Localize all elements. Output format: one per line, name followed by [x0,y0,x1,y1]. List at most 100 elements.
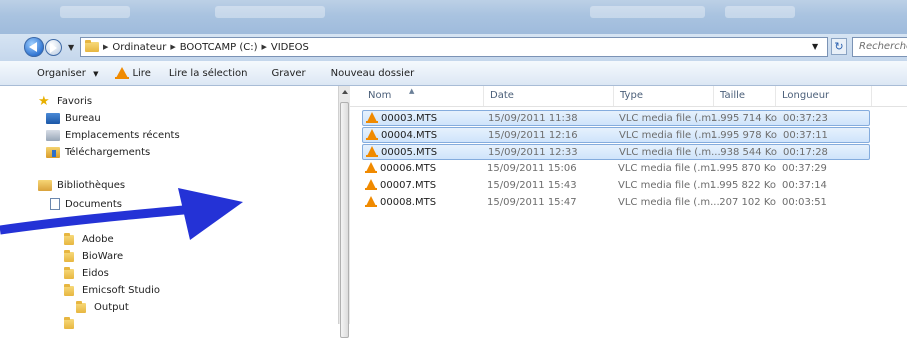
window-title-bar [0,0,907,34]
file-name-text: 00003.MTS [381,113,438,124]
file-length: 00:17:28 [783,147,828,158]
command-bar: Organiser ▼ Lire Lire la sélection Grave… [0,61,907,86]
file-length: 00:37:14 [782,180,827,191]
file-date: 15/09/2011 12:16 [488,130,578,141]
file-size: 1 995 714 Ko [710,113,777,124]
breadcrumb-separator-icon[interactable]: ▶ [261,43,266,51]
nav-item-recent[interactable]: Emplacements récents [46,130,180,141]
file-row[interactable]: 00008.MTS 15/09/2011 15:47 VLC media file … [362,195,870,211]
file-size: 938 544 Ko [720,147,777,158]
organize-label: Organiser [37,67,86,79]
file-name: 00006.MTS [365,161,436,177]
file-date: 15/09/2011 11:38 [488,113,578,124]
file-row[interactable]: 00005.MTS 15/09/2011 12:33 VLC media file … [362,144,870,160]
file-size: 1 995 978 Ko [710,130,777,141]
file-list: Nom ▲ Date Type Taille Longueur 00003.MT… [350,86,907,324]
file-size: 1 995 870 Ko [709,163,776,174]
file-length: 00:03:51 [782,197,827,208]
scrollbar-thumb[interactable] [340,102,349,338]
column-header-type[interactable]: Type [614,86,714,106]
blurred-title-segment [725,6,795,18]
nav-label: Emplacements récents [65,130,180,141]
file-name: 00008.MTS [365,195,437,211]
breadcrumb-separator-icon[interactable]: ▶ [170,43,175,51]
vlc-icon [365,179,377,190]
refresh-icon: ↻ [834,40,844,53]
forward-button[interactable] [45,39,62,56]
file-name: 00003.MTS [366,111,438,127]
blurred-title-segment [60,6,130,18]
blurred-title-segment [215,6,325,18]
nav-item-favorites[interactable]: ★ Favoris [38,94,93,109]
nav-label: Téléchargements [65,147,151,158]
play-button[interactable]: Lire [115,67,151,79]
file-row[interactable]: 00003.MTS 15/09/2011 11:38 VLC media file … [362,110,870,126]
play-selection-button[interactable]: Lire la sélection [169,68,248,79]
scroll-up-icon[interactable] [342,90,348,94]
address-bar[interactable]: ▶ Ordinateur ▶ BOOTCAMP (C:) ▶ VIDEOS [80,37,828,57]
back-arrow-icon [29,42,37,52]
annotation-arrow-shaft [0,203,206,235]
nav-item-downloads[interactable]: Téléchargements [46,147,150,158]
file-row[interactable]: 00006.MTS 15/09/2011 15:06 VLC media file … [362,161,870,177]
downloads-icon [46,147,60,158]
folder-icon [76,300,86,313]
file-name: 00007.MTS [365,178,436,194]
nav-item-folder-partial[interactable] [64,317,82,329]
file-length: 00:37:11 [783,130,828,141]
file-name-text: 00004.MTS [381,130,438,141]
file-size: 207 102 Ko [719,197,776,208]
organize-button[interactable]: Organiser ▼ [37,68,98,79]
new-folder-button[interactable]: Nouveau dossier [331,68,415,79]
chevron-down-icon: ▼ [93,69,99,78]
file-name-text: 00008.MTS [380,197,437,208]
star-icon: ★ [38,94,50,109]
folder-icon [64,317,74,329]
address-dropdown-icon[interactable]: ▼ [812,42,818,51]
nav-item-folder[interactable]: Emicsoft Studio [64,283,160,296]
vlc-icon [366,129,378,140]
burn-button[interactable]: Graver [271,68,305,79]
file-length: 00:37:23 [783,113,828,124]
vlc-icon [366,146,378,157]
nav-item-folder[interactable]: Eidos [64,266,109,279]
file-size: 1 995 822 Ko [709,180,776,191]
file-name: 00004.MTS [366,128,438,144]
nav-item-folder[interactable]: Output [76,300,129,313]
vlc-icon [365,162,377,173]
file-row[interactable]: 00007.MTS 15/09/2011 15:43 VLC media file … [362,178,870,194]
history-dropdown-icon[interactable]: ▼ [68,43,74,52]
vlc-icon [366,112,378,123]
breadcrumb-bootcamp[interactable]: BOOTCAMP (C:) [180,42,258,53]
file-name: 00005.MTS [366,145,438,161]
desktop-icon [46,113,60,124]
search-input[interactable]: Recherche [852,37,907,57]
file-date: 15/09/2011 15:47 [487,197,577,208]
forward-arrow-icon [50,43,57,53]
nav-item-desktop[interactable]: Bureau [46,113,101,124]
refresh-button[interactable]: ↻ [831,38,847,55]
file-name-text: 00005.MTS [381,147,438,158]
back-button[interactable] [24,37,44,57]
play-label: Lire [132,68,151,79]
breadcrumb-separator-icon[interactable]: ▶ [103,43,108,51]
vlc-icon [115,67,130,79]
column-header-length[interactable]: Longueur [776,86,872,106]
column-header-size[interactable]: Taille [714,86,776,106]
file-date: 15/09/2011 12:33 [488,147,578,158]
address-row: ▼ ▶ Ordinateur ▶ BOOTCAMP (C:) ▶ VIDEOS … [0,34,907,62]
column-header-name[interactable]: Nom [362,86,484,106]
breadcrumb-ordinateur[interactable]: Ordinateur [112,42,166,53]
column-header-date[interactable]: Date [484,86,614,106]
nav-label: Eidos [82,268,109,279]
blurred-title-segment [590,6,705,18]
nav-label: Favoris [57,96,93,107]
breadcrumb-videos[interactable]: VIDEOS [271,42,309,53]
annotation-arrow-head [178,188,243,240]
recent-places-icon [46,130,60,141]
nav-label: Output [94,302,129,313]
annotation-arrow [0,188,243,240]
nav-label: Bureau [65,113,101,124]
file-row[interactable]: 00004.MTS 15/09/2011 12:16 VLC media file … [362,127,870,143]
folder-icon [64,283,74,296]
